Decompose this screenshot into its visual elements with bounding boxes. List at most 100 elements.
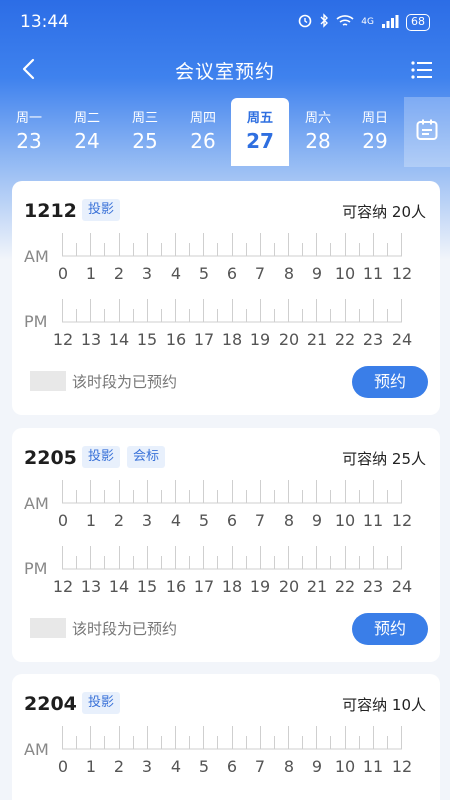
- tick-label: 13: [80, 577, 102, 596]
- day-tab-sun[interactable]: 周日 29: [346, 98, 404, 166]
- tick-label: 5: [198, 757, 210, 776]
- nav-bar: 会议室预约: [0, 44, 450, 96]
- booked-legend-swatch: [30, 371, 66, 391]
- day-name: 周二: [73, 111, 100, 126]
- tick-label: 2: [113, 757, 125, 776]
- tick-label: 10: [334, 511, 356, 530]
- tick-label: 1: [85, 757, 97, 776]
- battery-indicator: 68: [406, 13, 430, 31]
- tick-label: 11: [362, 757, 384, 776]
- day-tab-tue[interactable]: 周二 24: [58, 98, 116, 166]
- tick-label: 11: [362, 264, 384, 283]
- tick-label: 21: [306, 577, 328, 596]
- tick-label: 21: [306, 330, 328, 349]
- room-tags: 投影 会标: [82, 446, 166, 468]
- am-tick-labels: 0 1 2 3 4 5 6 7 8 9 10 11 12: [58, 511, 422, 531]
- day-number: 23: [16, 129, 42, 153]
- tick-label: 24: [391, 330, 413, 349]
- day-tab-thu[interactable]: 周四 26: [174, 98, 232, 166]
- room-tags: 投影: [82, 199, 121, 221]
- room-card-2204[interactable]: 2204 投影 可容纳 10人 AM 0 1 2 3 4 5 6 7 8 9 10 11 12: [12, 674, 440, 800]
- feature-tag: 会标: [127, 446, 166, 468]
- day-number: 25: [132, 129, 158, 153]
- tick-label: 22: [334, 577, 356, 596]
- am-timeline[interactable]: [62, 480, 402, 504]
- tick-label: 14: [108, 577, 130, 596]
- tick-label: 20: [278, 330, 300, 349]
- tick-label: 17: [193, 330, 215, 349]
- week-selector: 周一 23 周二 24 周三 25 周四 26 周五 27 周六 28 周日 2…: [0, 97, 450, 167]
- page-title: 会议室预约: [174, 60, 275, 83]
- pm-timeline[interactable]: [62, 299, 402, 323]
- day-name: 周一: [15, 111, 42, 126]
- room-card-2205[interactable]: 2205 投影 会标 可容纳 25人 AM 0 1 2 3 4 5 6 7 8 9 10 11 12 P…: [12, 428, 440, 662]
- tick-label: 16: [165, 330, 187, 349]
- calendar-icon: [415, 118, 439, 146]
- wifi-icon: [336, 14, 354, 31]
- tick-label: 4: [170, 757, 182, 776]
- day-name: 周六: [304, 111, 331, 126]
- book-button[interactable]: 预约: [352, 613, 428, 645]
- day-tab-fri-selected[interactable]: 周五 27: [231, 98, 289, 166]
- tick-label: 7: [254, 511, 266, 530]
- calendar-button[interactable]: [404, 97, 450, 167]
- tick-label: 15: [136, 577, 158, 596]
- day-name: 周五: [246, 111, 273, 126]
- room-capacity: 可容纳 20人: [342, 203, 426, 221]
- tick-label: 19: [249, 577, 271, 596]
- feature-tag: 投影: [82, 692, 121, 714]
- tick-label: 4: [170, 264, 182, 283]
- tick-label: 12: [52, 330, 74, 349]
- tick-label: 22: [334, 330, 356, 349]
- tick-label: 16: [165, 577, 187, 596]
- am-label: AM: [24, 247, 49, 266]
- tick-label: 5: [198, 511, 210, 530]
- booked-legend-swatch: [30, 618, 66, 638]
- book-button[interactable]: 预约: [352, 366, 428, 398]
- list-menu-icon[interactable]: [410, 58, 434, 82]
- pm-timeline[interactable]: [62, 546, 402, 570]
- status-bar: 13:44 4G 68: [0, 0, 450, 44]
- tick-label: 4: [170, 511, 182, 530]
- tick-label: 6: [226, 757, 238, 776]
- room-card-1212[interactable]: 1212 投影 可容纳 20人 AM 0 1 2 3 4 5 6 7 8 9 10 11 12 PM 1…: [12, 181, 440, 415]
- booked-legend-text: 该时段为已预约: [72, 373, 178, 391]
- tick-label: 12: [391, 511, 413, 530]
- tick-label: 13: [80, 330, 102, 349]
- tick-label: 17: [193, 577, 215, 596]
- tick-label: 18: [221, 577, 243, 596]
- am-tick-labels: 0 1 2 3 4 5 6 7 8 9 10 11 12: [58, 757, 422, 777]
- day-number: 24: [74, 129, 100, 153]
- back-icon[interactable]: [18, 56, 42, 82]
- tick-label: 0: [57, 511, 69, 530]
- day-tab-sat[interactable]: 周六 28: [289, 98, 347, 166]
- day-name: 周四: [189, 111, 216, 126]
- status-icons: 4G 68: [298, 13, 430, 31]
- tick-label: 0: [57, 757, 69, 776]
- room-tags: 投影: [82, 692, 121, 714]
- pm-tick-labels: 12 13 14 15 16 17 18 19 20 21 22 23 24: [53, 330, 422, 350]
- tick-label: 3: [141, 757, 153, 776]
- tick-label: 10: [334, 757, 356, 776]
- am-timeline[interactable]: [62, 726, 402, 750]
- day-tab-mon[interactable]: 周一 23: [0, 98, 58, 166]
- tick-label: 9: [311, 757, 323, 776]
- pm-tick-labels: 12 13 14 15 16 17 18 19 20 21 22 23 24: [53, 577, 422, 597]
- room-number: 2205: [24, 447, 77, 469]
- tick-label: 12: [391, 757, 413, 776]
- tick-label: 2: [113, 264, 125, 283]
- feature-tag: 投影: [82, 446, 121, 468]
- day-number: 28: [305, 129, 331, 153]
- am-timeline[interactable]: [62, 233, 402, 257]
- status-time: 13:44: [20, 12, 69, 32]
- tick-label: 11: [362, 511, 384, 530]
- am-tick-labels: 0 1 2 3 4 5 6 7 8 9 10 11 12: [58, 264, 422, 284]
- alarm-icon: [298, 14, 312, 31]
- tick-label: 20: [278, 577, 300, 596]
- day-name: 周三: [131, 111, 158, 126]
- booked-legend-text: 该时段为已预约: [72, 620, 178, 638]
- tick-label: 19: [249, 330, 271, 349]
- day-tab-wed[interactable]: 周三 25: [116, 98, 174, 166]
- network-label: 4G: [361, 17, 374, 27]
- signal-icon: [381, 14, 399, 31]
